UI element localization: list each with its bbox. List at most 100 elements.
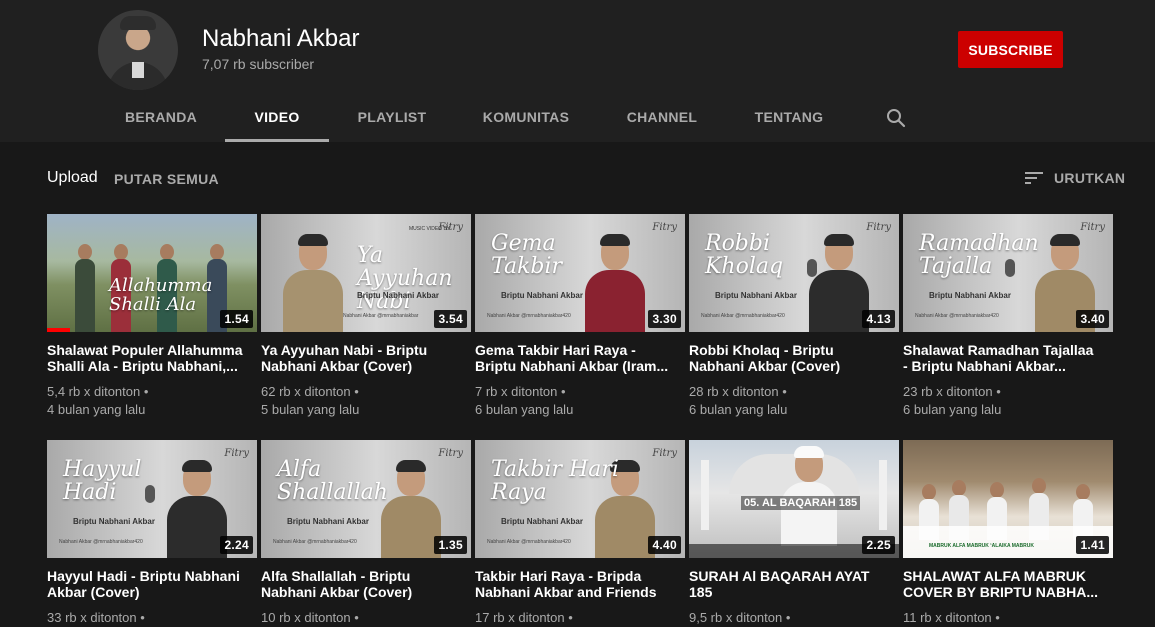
tab-channel[interactable]: CHANNEL — [614, 94, 710, 142]
upload-age: 6 bulan yang lalu — [689, 402, 788, 417]
video-duration: 3.54 — [434, 310, 467, 328]
view-count: 5,4 rb x ditonton • — [47, 384, 149, 399]
thumb-person — [283, 234, 343, 332]
video-duration: 4.40 — [648, 536, 681, 554]
thumbnail-subtitle: Briptu Nabhani Akbar — [73, 517, 155, 526]
channel-search-button[interactable] — [884, 106, 908, 130]
thumbnail-footer: Nabhani Akbar @mrnabhaniakbar420 — [59, 539, 143, 545]
channel-tabs: BERANDA VIDEO PLAYLIST KOMUNITAS CHANNEL… — [0, 94, 1155, 142]
video-thumbnail[interactable]: Fitry Gema Takbir Briptu Nabhani Akbar N… — [475, 214, 685, 332]
video-title[interactable]: SURAH Al BAQARAH AYAT 185 — [689, 568, 899, 600]
view-count: 17 rb x ditonton • — [475, 610, 573, 625]
view-count: 10 rb x ditonton • — [261, 610, 359, 625]
video-card[interactable]: MABRUK ALFA MABRUK ‘ALAIKA MABRUK 1.41 S… — [903, 440, 1113, 627]
thumbnail-footer: Nabhani Akbar @mrnabhaniakbar420 — [487, 313, 571, 319]
video-title[interactable]: Robbi Kholaq - Briptu Nabhani Akbar (Cov… — [689, 342, 899, 374]
video-card[interactable]: Fitry Gema Takbir Briptu Nabhani Akbar N… — [475, 214, 685, 419]
video-duration: 4.13 — [862, 310, 895, 328]
video-thumbnail[interactable]: MUSIC VIDEO BY Fitry Ya Ayyuhan Nabi Bri… — [261, 214, 471, 332]
video-title[interactable]: Alfa Shallallah - Briptu Nabhani Akbar (… — [261, 568, 471, 600]
thumbnail-logo: Fitry — [1080, 222, 1105, 233]
thumbnail-subtitle: Briptu Nabhani Akbar — [287, 517, 369, 526]
play-all-button[interactable]: PUTAR SEMUA — [114, 171, 219, 187]
video-title[interactable]: Shalawat Populer Allahumma Shalli Ala - … — [47, 342, 257, 374]
video-meta: 23 rb x ditonton • 6 bulan yang lalu — [903, 383, 1113, 419]
mosque-minaret — [701, 460, 709, 530]
video-thumbnail[interactable]: Fitry Alfa Shallallah Briptu Nabhani Akb… — [261, 440, 471, 558]
video-title[interactable]: SHALAWAT ALFA MABRUK COVER BY BRIPTU NAB… — [903, 568, 1113, 600]
thumbnail-caption: MABRUK ALFA MABRUK ‘ALAIKA MABRUK — [929, 543, 1034, 549]
tab-komunitas[interactable]: KOMUNITAS — [472, 94, 580, 142]
thumbnail-footer: Nabhani Akbar @mrnabhaniakbar420 — [915, 313, 999, 319]
video-meta: 62 rb x ditonton • 5 bulan yang lalu — [261, 383, 471, 419]
sort-button[interactable]: URUTKAN — [1024, 168, 1125, 188]
thumbnail-footer: Nabhani Akbar @mrnabhaniakbar420 — [273, 539, 357, 545]
thumbnail-logo: Fitry — [866, 222, 891, 233]
video-card[interactable]: Fitry Robbi Kholaq Briptu Nabhani Akbar … — [689, 214, 899, 419]
thumbnail-title: Takbir Hari Raya — [491, 457, 619, 505]
video-card[interactable]: MUSIC VIDEO BY Fitry Ya Ayyuhan Nabi Bri… — [261, 214, 471, 419]
video-meta: 5,4 rb x ditonton • 4 bulan yang lalu — [47, 383, 257, 419]
view-count: 33 rb x ditonton • — [47, 610, 145, 625]
view-count: 62 rb x ditonton • — [261, 384, 359, 399]
video-title[interactable]: Gema Takbir Hari Raya - Briptu Nabhani A… — [475, 342, 685, 374]
tab-tentang[interactable]: TENTANG — [744, 94, 834, 142]
sort-icon — [1025, 172, 1043, 184]
video-card[interactable]: Fitry Alfa Shallallah Briptu Nabhani Akb… — [261, 440, 471, 627]
video-thumbnail[interactable]: Fitry Hayyul Hadi Briptu Nabhani Akbar N… — [47, 440, 257, 558]
thumbnail-title: Ya Ayyuhan Nabi — [357, 243, 453, 314]
video-thumbnail[interactable]: Fitry Ramadhan Tajalla Briptu Nabhani Ak… — [903, 214, 1113, 332]
thumbnail-subtitle: Briptu Nabhani Akbar — [929, 291, 1011, 300]
thumb-person — [75, 244, 95, 332]
mosque-minaret — [879, 460, 887, 530]
thumbnail-title: Allahumma Shalli Ala — [109, 275, 213, 315]
video-meta: 33 rb x ditonton • — [47, 609, 257, 627]
thumbnail-subtitle: Briptu Nabhani Akbar — [501, 517, 583, 526]
video-title[interactable]: Takbir Hari Raya - Bripda Nabhani Akbar … — [475, 568, 685, 600]
avatar-hair — [120, 16, 156, 30]
video-meta: 10 rb x ditonton • — [261, 609, 471, 627]
video-thumbnail[interactable]: MABRUK ALFA MABRUK ‘ALAIKA MABRUK 1.41 — [903, 440, 1113, 558]
video-thumbnail[interactable]: 05. AL BAQARAH 185 2.25 — [689, 440, 899, 558]
upload-age: 6 bulan yang lalu — [475, 402, 574, 417]
upload-age: 6 bulan yang lalu — [903, 402, 1002, 417]
channel-avatar[interactable] — [98, 10, 178, 90]
video-card[interactable]: Fitry Takbir Hari Raya Briptu Nabhani Ak… — [475, 440, 685, 627]
video-card[interactable]: Fitry Ramadhan Tajalla Briptu Nabhani Ak… — [903, 214, 1113, 419]
video-card[interactable]: 05. AL BAQARAH 185 2.25 SURAH Al BAQARAH… — [689, 440, 899, 627]
video-meta: 28 rb x ditonton • 6 bulan yang lalu — [689, 383, 899, 419]
thumbnail-title: Gema Takbir — [491, 231, 563, 279]
watch-progress-bar — [47, 328, 71, 332]
video-title[interactable]: Hayyul Hadi - Briptu Nabhani Akbar (Cove… — [47, 568, 257, 600]
video-meta: 7 rb x ditonton • 6 bulan yang lalu — [475, 383, 685, 419]
upload-age: 5 bulan yang lalu — [261, 402, 360, 417]
video-card[interactable]: Fitry Hayyul Hadi Briptu Nabhani Akbar N… — [47, 440, 257, 627]
video-meta: 11 rb x ditonton • — [903, 609, 1113, 627]
subscribe-button[interactable]: SUBSCRIBE — [958, 31, 1063, 68]
thumbnail-footer: Nabhani Akbar @mrnabhaniakbar — [343, 313, 419, 319]
thumbnail-subtitle: Briptu Nabhani Akbar — [715, 291, 797, 300]
video-thumbnail[interactable]: Allahumma Shalli Ala 1.54 — [47, 214, 257, 332]
thumbnail-logo: Fitry — [652, 222, 677, 233]
upload-age: 4 bulan yang lalu — [47, 402, 146, 417]
view-count: 23 rb x ditonton • — [903, 384, 1001, 399]
thumbnail-footer: Nabhani Akbar @mrnabhaniakbar420 — [487, 539, 571, 545]
thumbnail-title: Alfa Shallallah — [277, 457, 388, 505]
video-meta: 17 rb x ditonton • — [475, 609, 685, 627]
avatar-collar — [132, 62, 144, 78]
video-title[interactable]: Ya Ayyuhan Nabi - Briptu Nabhani Akbar (… — [261, 342, 471, 374]
video-thumbnail[interactable]: Fitry Robbi Kholaq Briptu Nabhani Akbar … — [689, 214, 899, 332]
tab-video[interactable]: VIDEO — [225, 94, 329, 142]
thumb-person — [167, 460, 227, 558]
tab-playlist[interactable]: PLAYLIST — [346, 94, 438, 142]
channel-name: Nabhani Akbar — [202, 25, 360, 52]
tab-beranda[interactable]: BERANDA — [116, 94, 206, 142]
thumbnail-footer: Nabhani Akbar @mrnabhaniakbar420 — [701, 313, 785, 319]
video-meta: 9,5 rb x ditonton • — [689, 609, 899, 627]
video-card[interactable]: Allahumma Shalli Ala 1.54 Shalawat Popul… — [47, 214, 257, 419]
video-thumbnail[interactable]: Fitry Takbir Hari Raya Briptu Nabhani Ak… — [475, 440, 685, 558]
thumb-person — [809, 234, 869, 332]
search-icon — [887, 109, 906, 128]
video-duration: 2.24 — [220, 536, 253, 554]
video-title[interactable]: Shalawat Ramadhan Tajallaa - Briptu Nabh… — [903, 342, 1113, 374]
